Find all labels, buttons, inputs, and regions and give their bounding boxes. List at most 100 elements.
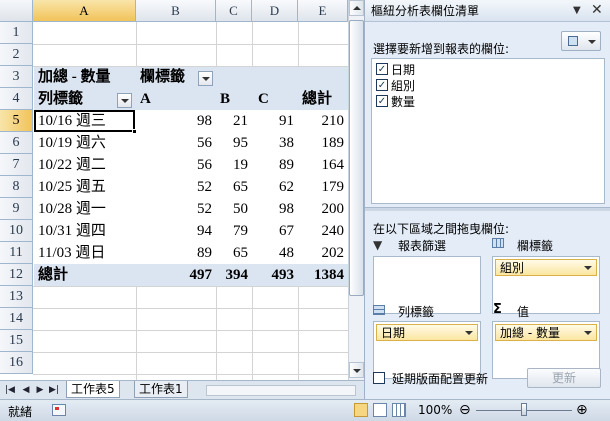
sheet-tab-active[interactable]: 工作表5 (66, 381, 120, 398)
row-header[interactable]: 11 (0, 242, 33, 264)
sheet-tab[interactable]: 工作表1 (134, 381, 188, 398)
field-checkbox[interactable]: ✓ (376, 79, 388, 91)
pivot-cell[interactable]: 189 (298, 133, 348, 154)
grand-total-label: 總計 (38, 267, 69, 283)
column-labels-area[interactable]: 組別 (492, 256, 600, 314)
row-header[interactable]: 14 (0, 308, 33, 330)
pivot-col-cat: C (258, 91, 269, 107)
pivot-row-label[interactable]: 10/31 週四 (34, 221, 136, 242)
row-header[interactable]: 9 (0, 198, 33, 220)
normal-view-icon[interactable] (354, 403, 368, 417)
first-sheet-icon[interactable]: |◀ (4, 384, 16, 396)
pane-options-icon[interactable]: ▼ (573, 5, 581, 16)
pivot-cell[interactable]: 164 (298, 155, 348, 176)
row-header[interactable]: 8 (0, 176, 33, 198)
field-checkbox[interactable]: ✓ (376, 63, 388, 75)
pivot-cell[interactable]: 95 (216, 133, 252, 154)
macro-record-icon[interactable] (52, 404, 66, 416)
row-header[interactable]: 3 (0, 66, 33, 88)
pivot-row-label[interactable]: 10/19 週六 (34, 133, 136, 154)
pivot-cell[interactable]: 65 (216, 177, 252, 198)
pivot-cell[interactable]: 67 (252, 221, 298, 242)
update-button[interactable]: 更新 (527, 368, 601, 388)
last-sheet-icon[interactable]: ▶| (48, 384, 60, 396)
row-header[interactable]: 16 (0, 352, 33, 374)
zoom-level[interactable]: 100% (418, 403, 452, 417)
close-icon[interactable]: ✕ (591, 2, 603, 18)
spreadsheet-grid[interactable]: A B C D E 1 2 3 4 5 6 7 8 9 10 11 12 13 … (0, 0, 364, 380)
pivot-row-label[interactable]: 10/16 週三 (34, 111, 136, 132)
pivot-cell[interactable]: 89 (136, 243, 216, 264)
sheet-tab-bar: |◀ ◀ ▶ ▶| 工作表5 工作表1 (0, 380, 364, 399)
field-label[interactable]: 數量 (391, 93, 415, 110)
row-header[interactable]: 7 (0, 154, 33, 176)
pivot-cell[interactable]: 56 (136, 133, 216, 154)
field-label[interactable]: 組別 (391, 77, 415, 94)
row-header[interactable]: 5 (0, 110, 33, 132)
pivot-cell[interactable]: 98 (136, 111, 216, 132)
defer-update-checkbox[interactable] (373, 372, 385, 384)
column-filter-dropdown[interactable] (198, 71, 213, 86)
layout-options-button[interactable] (561, 31, 601, 51)
column-header-d[interactable]: D (252, 0, 298, 22)
pivot-cell[interactable]: 48 (252, 243, 298, 264)
horizontal-scrollbar[interactable] (206, 385, 356, 396)
pivot-cell[interactable]: 179 (298, 177, 348, 198)
pane-title: 樞紐分析表欄位清單 (371, 4, 480, 18)
scroll-down-button[interactable] (349, 362, 364, 378)
column-field-chip[interactable]: 組別 (495, 259, 597, 276)
layout-icon (568, 36, 578, 46)
pivot-cell[interactable]: 56 (136, 155, 216, 176)
zoom-slider-thumb[interactable] (521, 403, 527, 416)
pivot-cell[interactable]: 62 (252, 177, 298, 198)
pivot-cell[interactable]: 52 (136, 199, 216, 220)
scroll-up-button[interactable] (349, 0, 364, 16)
field-checkbox[interactable]: ✓ (376, 95, 388, 107)
scroll-thumb[interactable] (349, 20, 364, 296)
row-header[interactable]: 2 (0, 44, 33, 66)
pivot-cell[interactable]: 65 (216, 243, 252, 264)
pivot-cell[interactable]: 50 (216, 199, 252, 220)
row-header[interactable]: 1 (0, 22, 33, 44)
pivot-cell[interactable]: 98 (252, 199, 298, 220)
page-break-view-icon[interactable] (392, 403, 406, 417)
column-header-a[interactable]: A (33, 0, 136, 22)
pivot-cell[interactable]: 19 (216, 155, 252, 176)
vertical-scrollbar[interactable] (348, 0, 364, 380)
pivot-row-label[interactable]: 10/22 週二 (34, 155, 136, 176)
pivot-cell[interactable]: 94 (136, 221, 216, 242)
row-header[interactable]: 12 (0, 264, 33, 286)
pivot-row-label[interactable]: 11/03 週日 (34, 243, 136, 264)
page-layout-view-icon[interactable] (373, 403, 387, 417)
pivot-cell[interactable]: 21 (216, 111, 252, 132)
column-header-b[interactable]: B (136, 0, 216, 22)
pivot-cell[interactable]: 210 (298, 111, 348, 132)
pivot-cell[interactable]: 89 (252, 155, 298, 176)
pivot-cell[interactable]: 79 (216, 221, 252, 242)
pivot-cell[interactable]: 38 (252, 133, 298, 154)
pivot-cell[interactable]: 52 (136, 177, 216, 198)
pivot-cell[interactable]: 91 (252, 111, 298, 132)
value-field-chip[interactable]: 加總 - 數量 (495, 324, 597, 341)
pivot-cell[interactable]: 202 (298, 243, 348, 264)
row-field-chip[interactable]: 日期 (376, 324, 478, 341)
pivot-row-label[interactable]: 10/28 週一 (34, 199, 136, 220)
zoom-out-icon[interactable]: ⊖ (459, 402, 471, 418)
row-header[interactable]: 10 (0, 220, 33, 242)
next-sheet-icon[interactable]: ▶ (34, 384, 46, 396)
column-header-c[interactable]: C (216, 0, 252, 22)
pivot-cell[interactable]: 200 (298, 199, 348, 220)
row-header[interactable]: 13 (0, 286, 33, 308)
row-filter-dropdown[interactable] (117, 93, 132, 108)
pivot-cell[interactable]: 240 (298, 221, 348, 242)
row-header[interactable]: 15 (0, 330, 33, 352)
select-all-corner[interactable] (0, 0, 33, 22)
pane-splitter[interactable] (365, 207, 610, 211)
field-label[interactable]: 日期 (391, 61, 415, 78)
prev-sheet-icon[interactable]: ◀ (20, 384, 32, 396)
row-header[interactable]: 4 (0, 88, 33, 110)
row-header[interactable]: 6 (0, 132, 33, 154)
zoom-in-icon[interactable]: ⊕ (576, 402, 588, 418)
pivot-row-label[interactable]: 10/25 週五 (34, 177, 136, 198)
column-header-e[interactable]: E (298, 0, 348, 22)
